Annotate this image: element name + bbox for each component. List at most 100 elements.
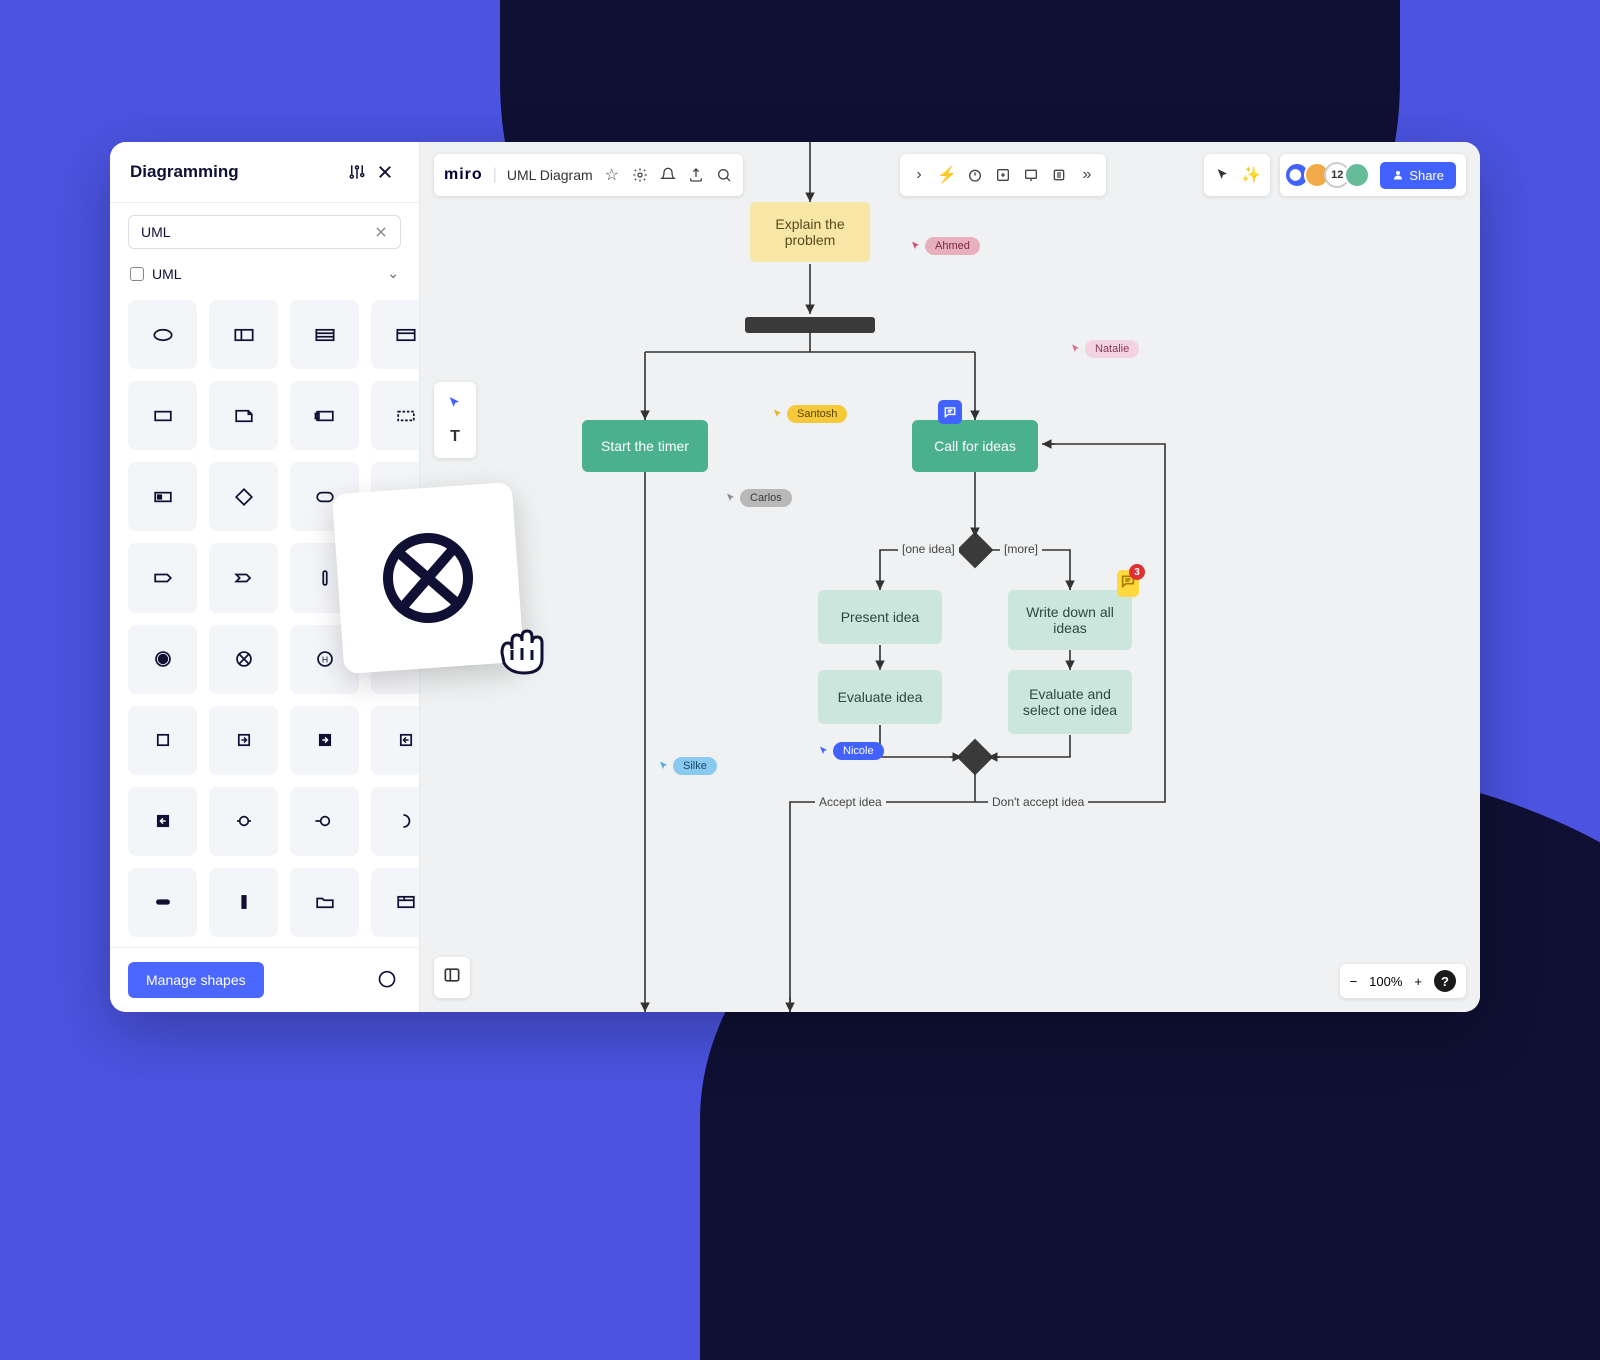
node-decision-accept[interactable] <box>957 739 994 776</box>
shape-ellipse[interactable] <box>128 300 197 369</box>
shape-filled-square-arrow-in[interactable] <box>128 787 197 856</box>
shape-category-row[interactable]: UML ⌄ <box>110 257 419 290</box>
panels-button[interactable] <box>434 957 470 998</box>
miro-logo: miro <box>444 166 483 184</box>
feedback-button[interactable] <box>373 966 401 994</box>
cursor-icon[interactable] <box>1214 166 1232 184</box>
timer-icon[interactable] <box>966 166 984 184</box>
sidebar-search-row <box>110 203 419 257</box>
cursor-silke: Silke <box>658 757 717 775</box>
panels-icon <box>442 965 462 985</box>
topbar-right: ✨ 12 Share <box>1204 154 1466 196</box>
zoom-out-button[interactable]: − <box>1350 974 1358 989</box>
shape-filled-circle[interactable] <box>128 625 197 694</box>
search-field[interactable] <box>141 224 374 240</box>
shape-square-filled-arrow[interactable] <box>290 706 359 775</box>
mini-toolbar-top: T <box>434 382 476 458</box>
search-icon[interactable] <box>715 166 733 184</box>
shape-search-input[interactable] <box>128 215 401 249</box>
shape-folder[interactable] <box>290 868 359 937</box>
node-sync-bar[interactable] <box>745 317 875 333</box>
shape-circle-x[interactable] <box>209 625 278 694</box>
clear-icon[interactable] <box>374 225 388 239</box>
select-tool[interactable] <box>440 388 470 418</box>
category-label: UML <box>152 266 182 282</box>
help-button[interactable]: ? <box>1434 970 1456 992</box>
pointer-tools: ✨ <box>1204 154 1270 196</box>
zoom-controls: − 100% + ? <box>1340 964 1466 998</box>
shape-tag[interactable] <box>128 543 197 612</box>
edge-label-dont-accept: Don't accept idea <box>988 795 1088 809</box>
node-decision-ideas[interactable] <box>957 532 994 569</box>
gear-icon[interactable] <box>631 166 649 184</box>
confetti-icon[interactable]: ✨ <box>1242 166 1260 184</box>
shape-header-rect[interactable] <box>371 300 419 369</box>
board-title[interactable]: UML Diagram <box>507 167 593 183</box>
shape-tab-rect[interactable] <box>290 381 359 450</box>
present-icon[interactable] <box>1022 166 1040 184</box>
zoom-in-button[interactable]: + <box>1414 974 1422 989</box>
avatar-stack[interactable]: 12 <box>1290 162 1370 188</box>
node-start-timer[interactable]: Start the timer <box>582 420 708 472</box>
more-icon[interactable]: » <box>1078 166 1096 184</box>
add-panel-icon[interactable] <box>994 166 1012 184</box>
shape-table-rect[interactable] <box>290 300 359 369</box>
cursor-natalie: Natalie <box>1070 340 1139 358</box>
edge-label-more: [more] <box>1000 542 1042 556</box>
manage-shapes-button[interactable]: Manage shapes <box>128 962 264 998</box>
canvas-area[interactable]: miro | UML Diagram ☆ › ⚡ » <box>420 142 1480 1012</box>
node-call-ideas[interactable]: Call for ideas <box>912 420 1038 472</box>
shape-rect-dot[interactable] <box>128 462 197 531</box>
grab-cursor-icon <box>492 628 552 678</box>
cursor-icon <box>910 240 922 252</box>
canvas[interactable]: Explain the problem Start the timer Call… <box>420 142 1480 1012</box>
sidebar-close-button[interactable] <box>371 158 399 186</box>
sidebar-settings-button[interactable] <box>343 158 371 186</box>
bell-icon[interactable] <box>659 166 677 184</box>
shape-square-arrow-out[interactable] <box>209 706 278 775</box>
svg-text:H: H <box>322 655 328 665</box>
shape-dashed-rect[interactable] <box>371 381 419 450</box>
cursor-label: Silke <box>673 757 717 775</box>
shape-chevron[interactable] <box>209 543 278 612</box>
shape-circle-target[interactable] <box>209 787 278 856</box>
shape-vbar2[interactable] <box>209 868 278 937</box>
shape-square-arrow-in[interactable] <box>371 706 419 775</box>
board-title-card: miro | UML Diagram ☆ <box>434 154 743 196</box>
shape-crescent[interactable] <box>371 787 419 856</box>
share-button[interactable]: Share <box>1380 162 1456 189</box>
node-evaluate-idea[interactable]: Evaluate idea <box>818 670 942 724</box>
flow-edges <box>420 142 1480 1012</box>
node-explain-problem[interactable]: Explain the problem <box>750 202 870 262</box>
node-write-down[interactable]: Write down all ideas <box>1008 590 1132 650</box>
center-tools: › ⚡ » <box>900 154 1106 196</box>
cursor-label: Carlos <box>740 489 792 507</box>
cursor-santosh: Santosh <box>772 405 847 423</box>
comment-icon[interactable] <box>938 400 962 424</box>
text-tool[interactable]: T <box>440 422 470 452</box>
shape-hbar[interactable] <box>128 868 197 937</box>
edge-label-one-idea: [one idea] <box>898 542 959 556</box>
node-present-idea[interactable]: Present idea <box>818 590 942 644</box>
comment-count-badge: 3 <box>1129 564 1145 580</box>
shape-note-rect[interactable] <box>209 381 278 450</box>
node-evaluate-select[interactable]: Evaluate and select one idea <box>1008 670 1132 734</box>
star-icon[interactable]: ☆ <box>603 166 621 184</box>
shape-diamond[interactable] <box>209 462 278 531</box>
comment-thread-icon[interactable]: 3 <box>1117 570 1139 597</box>
shape-rect[interactable] <box>128 381 197 450</box>
cursor-icon <box>818 745 830 757</box>
topbar-center: › ⚡ » <box>900 154 1106 196</box>
category-checkbox[interactable] <box>130 267 144 281</box>
cursor-icon <box>725 492 737 504</box>
chevron-down-icon: ⌄ <box>387 265 399 282</box>
cursor-label: Nicole <box>833 742 884 760</box>
chevron-right-icon[interactable]: › <box>910 166 928 184</box>
lightning-icon[interactable]: ⚡ <box>938 166 956 184</box>
list-icon[interactable] <box>1050 166 1068 184</box>
shape-circle-line[interactable] <box>290 787 359 856</box>
export-icon[interactable] <box>687 166 705 184</box>
shape-square[interactable] <box>128 706 197 775</box>
shape-window[interactable] <box>371 868 419 937</box>
shape-split-rect[interactable] <box>209 300 278 369</box>
